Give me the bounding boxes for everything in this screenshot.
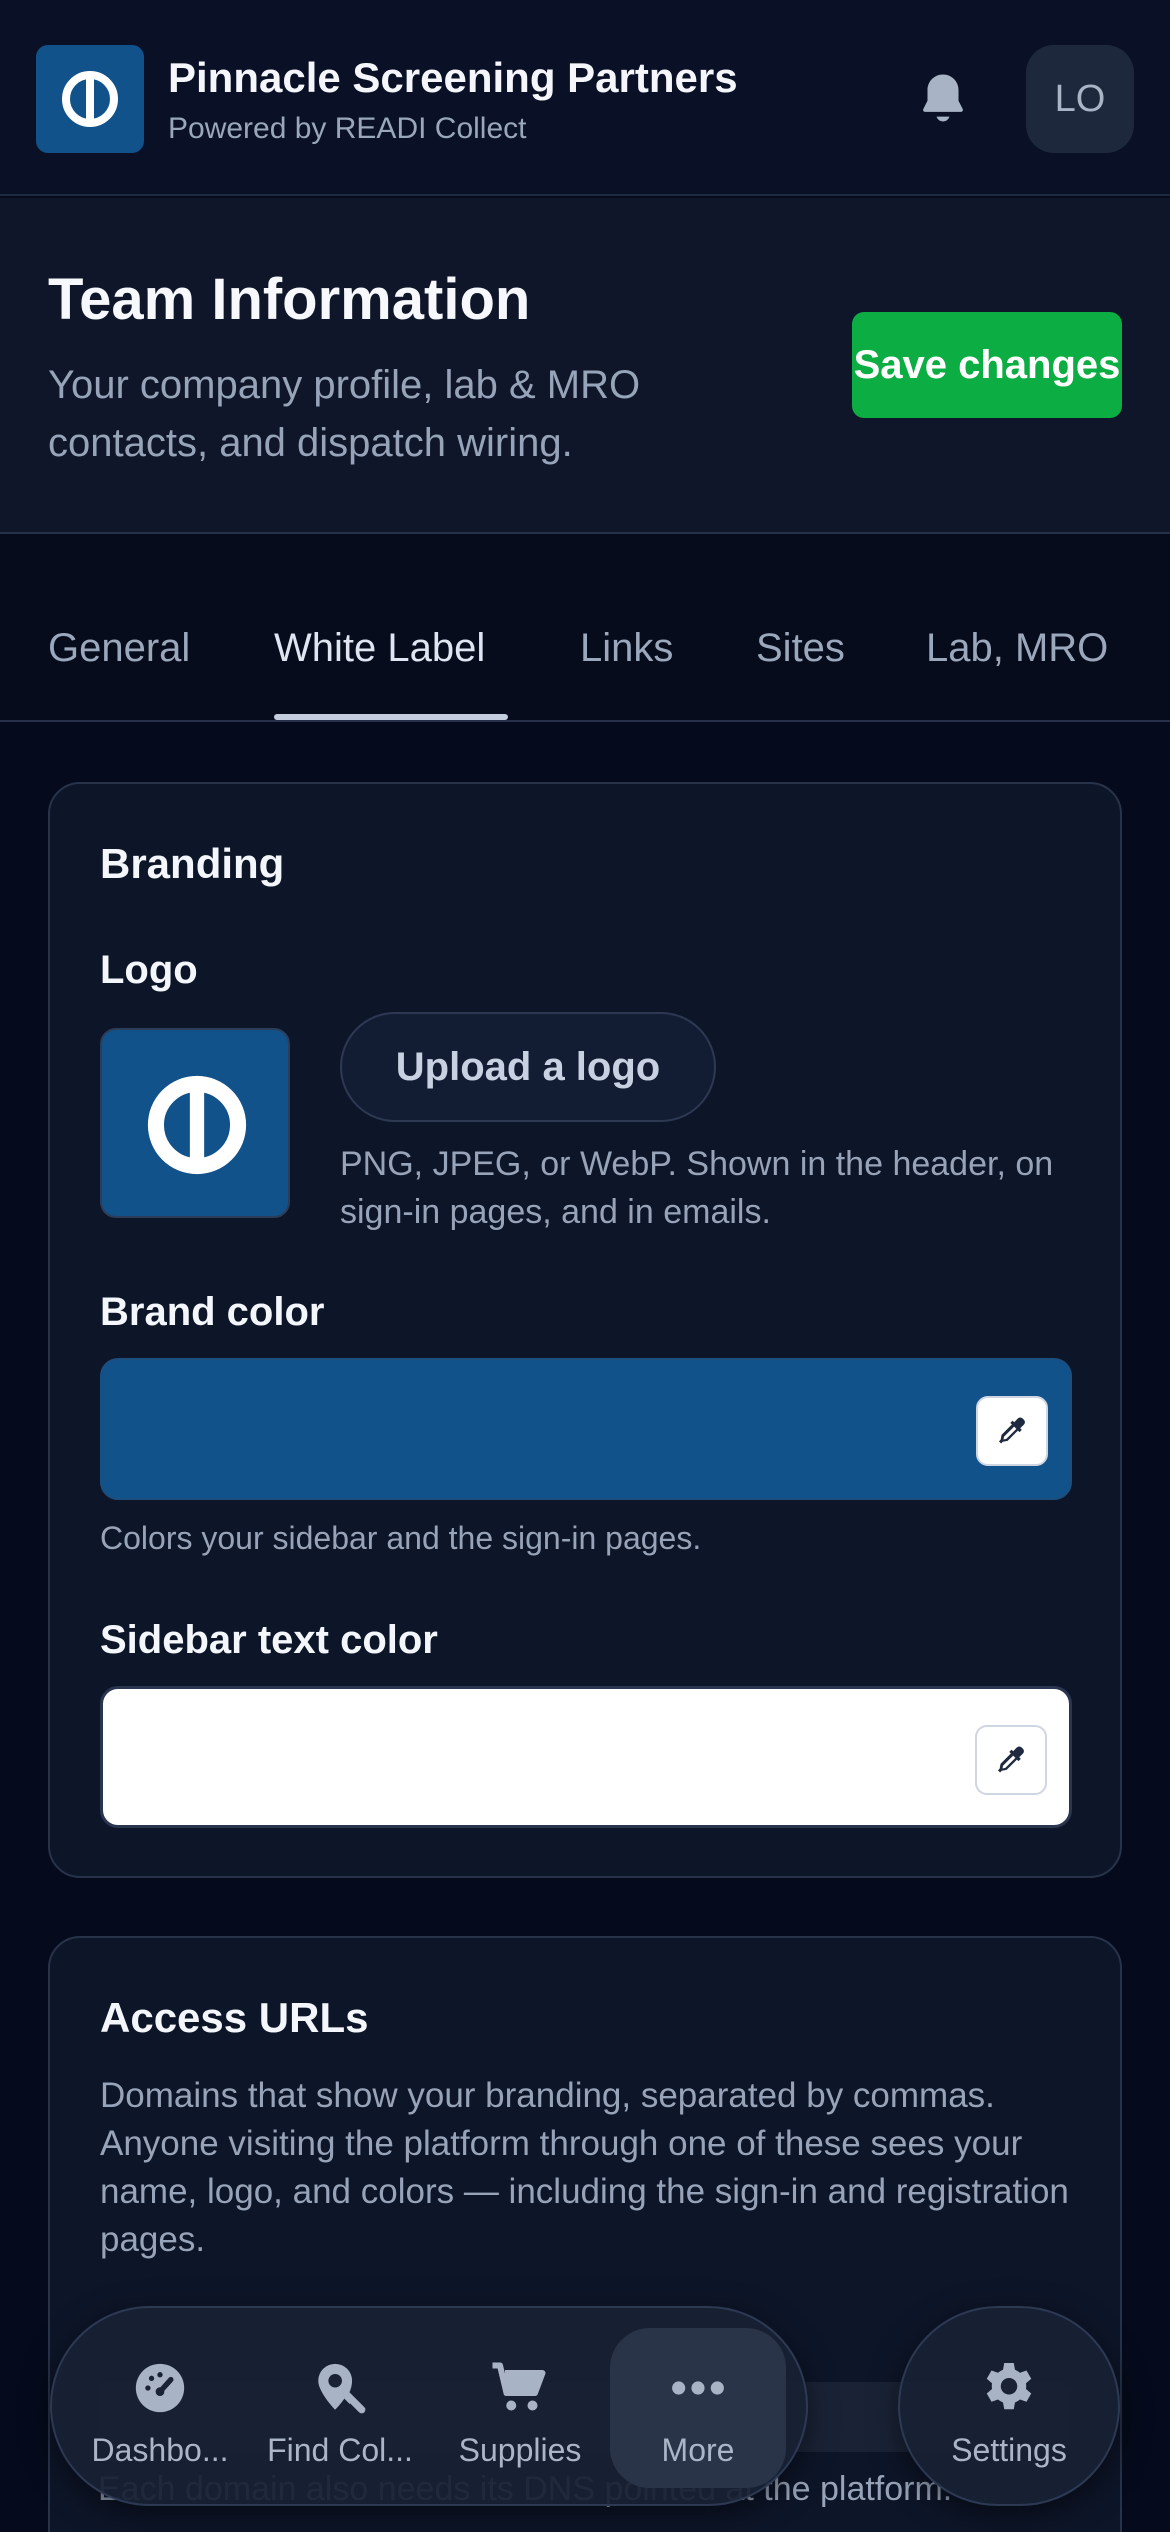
brand-color-label: Brand color bbox=[100, 1290, 325, 1334]
nav-find-collector[interactable]: Find Col... bbox=[252, 2328, 428, 2488]
active-tab-indicator bbox=[274, 714, 508, 720]
page-description: Your company profile, lab & MRO contacts… bbox=[48, 363, 641, 465]
save-changes-button[interactable]: Save changes bbox=[852, 312, 1122, 418]
logo-hint: PNG, JPEG, or WebP. Shown in the header,… bbox=[340, 1145, 1054, 1231]
org-subtitle: Powered by READI Collect bbox=[168, 112, 527, 145]
gauge-icon bbox=[130, 2358, 190, 2418]
sidebar-text-color-field[interactable] bbox=[100, 1686, 1072, 1828]
tab-general[interactable]: General bbox=[48, 626, 190, 671]
gear-icon bbox=[979, 2358, 1039, 2418]
readi-logo-icon[interactable] bbox=[36, 45, 144, 153]
bottom-nav: Dashbo... Find Col... Supplies More bbox=[50, 2306, 808, 2506]
tab-lab-mro[interactable]: Lab, MRO bbox=[926, 626, 1108, 671]
upload-logo-button[interactable]: Upload a logo bbox=[340, 1012, 716, 1122]
nav-label: Find Col... bbox=[267, 2432, 413, 2468]
avatar[interactable]: LO bbox=[1026, 45, 1134, 153]
nav-label: More bbox=[661, 2432, 735, 2468]
nav-label: Supplies bbox=[458, 2432, 582, 2468]
nav-dashboard[interactable]: Dashbo... bbox=[72, 2328, 248, 2488]
branding-title: Branding bbox=[100, 840, 285, 887]
access-urls-title: Access URLs bbox=[100, 1994, 369, 2041]
app-header: Pinnacle Screening Partners Powered by R… bbox=[0, 0, 1170, 196]
org-name: Pinnacle Screening Partners bbox=[168, 54, 738, 101]
map-search-icon bbox=[310, 2358, 370, 2418]
page-header: Team Information Your company profile, l… bbox=[0, 198, 1170, 534]
eyedropper-icon[interactable] bbox=[976, 1396, 1048, 1466]
nav-label: Settings bbox=[951, 2432, 1067, 2468]
bell-icon[interactable] bbox=[912, 68, 974, 130]
tab-white-label[interactable]: White Label bbox=[274, 626, 485, 671]
logo-preview bbox=[100, 1028, 290, 1218]
eyedropper-icon[interactable] bbox=[975, 1725, 1047, 1795]
sidebar-text-color-label: Sidebar text color bbox=[100, 1618, 438, 1662]
nav-label: Dashbo... bbox=[91, 2432, 229, 2468]
nav-more[interactable]: More bbox=[610, 2328, 786, 2488]
cart-icon bbox=[490, 2358, 550, 2418]
nav-supplies[interactable]: Supplies bbox=[432, 2328, 608, 2488]
brand-color-hint: Colors your sidebar and the sign-in page… bbox=[100, 1520, 702, 1556]
logo-label: Logo bbox=[100, 948, 198, 992]
tab-links[interactable]: Links bbox=[580, 626, 673, 671]
brand-color-field[interactable] bbox=[100, 1358, 1072, 1500]
more-dots-icon bbox=[668, 2358, 728, 2418]
access-urls-description: Domains that show your branding, separat… bbox=[100, 2076, 1069, 2259]
tab-sites[interactable]: Sites bbox=[756, 626, 845, 671]
nav-settings[interactable]: Settings bbox=[898, 2306, 1120, 2506]
branding-card: Branding Logo Upload a logo PNG, JPEG, o… bbox=[48, 782, 1122, 1878]
page-title: Team Information bbox=[48, 267, 531, 332]
tab-bar: General White Label Links Sites Lab, MRO bbox=[0, 536, 1170, 722]
